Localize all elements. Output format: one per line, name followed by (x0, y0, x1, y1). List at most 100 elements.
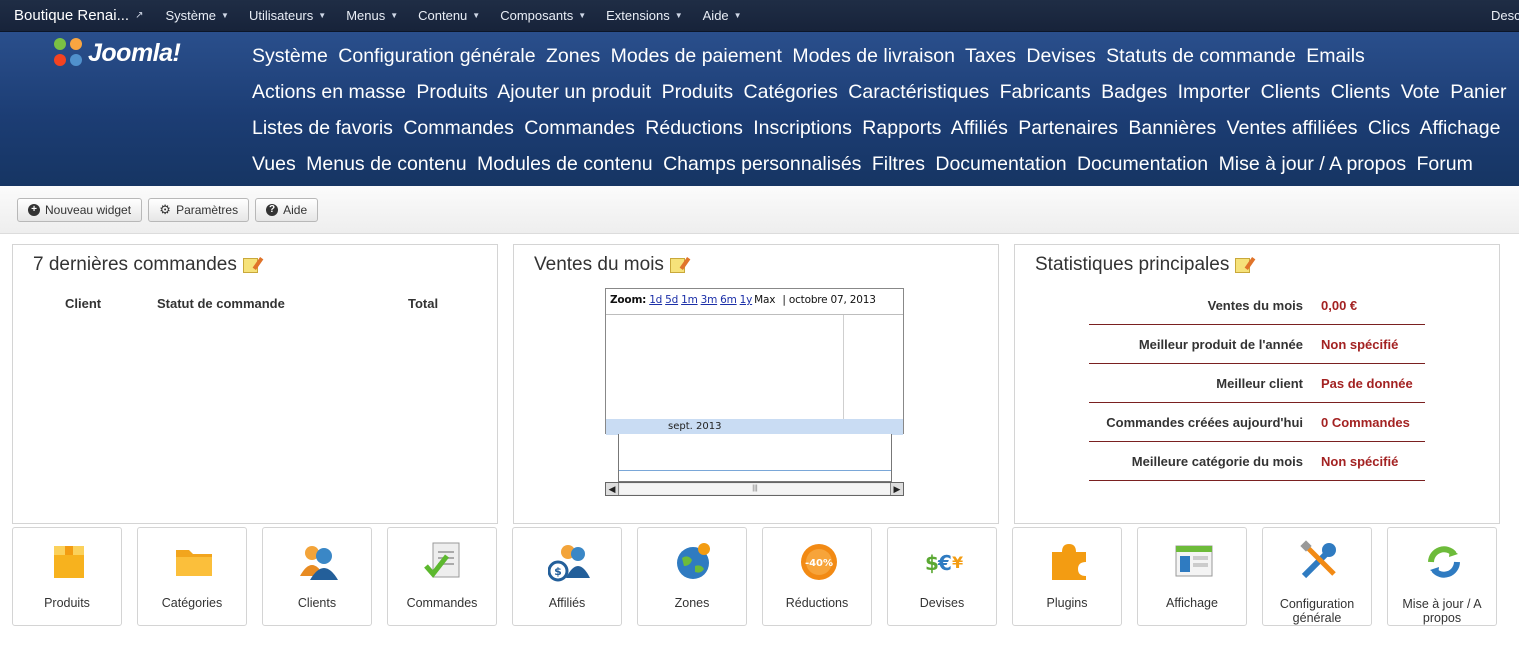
submenu-link[interactable]: Actions en masse (252, 81, 406, 103)
submenu-link[interactable]: Fabricants (1000, 81, 1091, 103)
tile-label: Réductions (785, 596, 849, 610)
submenu-link[interactable]: Caractéristiques (848, 81, 989, 103)
submenu-link[interactable]: Partenaires (1018, 117, 1118, 139)
joomla-wordmark: Joomla! (88, 38, 181, 67)
chart-navigator[interactable] (618, 434, 892, 482)
submenu-link[interactable]: Filtres (872, 153, 925, 175)
tile-label: Catégories (161, 596, 223, 610)
tile-affilies[interactable]: $ Affiliés (512, 527, 622, 626)
submenu-link[interactable]: Modules de contenu (477, 153, 653, 175)
site-brand-link[interactable]: Boutique Renai... ↗ (0, 7, 155, 24)
edit-note-icon[interactable] (242, 257, 258, 273)
tile-produits[interactable]: Produits (12, 527, 122, 626)
submenu-link[interactable]: Clients (1261, 81, 1321, 103)
user-menu-link[interactable]: Desc (1491, 0, 1519, 31)
menu-contenu[interactable]: Contenu ▼ (408, 8, 490, 23)
tile-reductions[interactable]: -40% Réductions (762, 527, 872, 626)
navigator-line (619, 470, 891, 471)
submenu-link[interactable]: Champs personnalisés (663, 153, 861, 175)
submenu-link[interactable]: Bannières (1128, 117, 1216, 139)
menu-systeme[interactable]: Système ▼ (155, 8, 239, 23)
submenu-link[interactable]: Statuts de commande (1106, 45, 1296, 67)
submenu-link[interactable]: Rapports (862, 117, 941, 139)
monthly-sales-title: Ventes du mois (534, 254, 664, 275)
submenu-link[interactable]: Documentation (1077, 153, 1208, 175)
chart-scrollbar[interactable]: ◀ ||| ▶ (605, 482, 904, 496)
submenu-link[interactable]: Menus de contenu (306, 153, 466, 175)
submenu-link[interactable]: Réductions (645, 117, 743, 139)
zoom-1y-link[interactable]: 1y (740, 294, 753, 306)
column-total[interactable]: Total (408, 296, 438, 311)
scroll-thumb[interactable]: ||| (620, 484, 890, 494)
submenu-link[interactable]: Mise à jour / A propos (1219, 153, 1407, 175)
submenu-link[interactable]: Modes de paiement (611, 45, 782, 67)
submenu-link[interactable]: Ventes affiliées (1227, 117, 1358, 139)
new-widget-button[interactable]: + Nouveau widget (17, 197, 143, 222)
zoom-6m-link[interactable]: 6m (720, 294, 737, 306)
edit-note-icon[interactable] (1235, 257, 1251, 273)
menu-label: Utilisateurs (248, 8, 314, 23)
stat-row: Ventes du mois 0,00 € (1089, 286, 1425, 325)
submenu-link[interactable]: Système (252, 45, 328, 67)
stat-key: Meilleure catégorie du mois (1131, 453, 1303, 469)
submenu-link[interactable]: Ajouter un produit (497, 81, 651, 103)
zoom-5d-link[interactable]: 5d (665, 294, 678, 306)
scroll-right-icon[interactable]: ▶ (890, 483, 903, 495)
submenu-link[interactable]: Inscriptions (753, 117, 852, 139)
menu-menus[interactable]: Menus ▼ (336, 8, 408, 23)
stat-row: Meilleur client Pas de donnée (1089, 364, 1425, 403)
zoom-1d-link[interactable]: 1d (649, 294, 662, 306)
edit-note-icon[interactable] (669, 257, 685, 273)
submenu-link[interactable]: Emails (1306, 45, 1365, 67)
tile-zones[interactable]: Zones (637, 527, 747, 626)
zoom-max-link[interactable]: Max (754, 294, 775, 306)
submenu-link[interactable]: Forum (1417, 153, 1473, 175)
submenu-link[interactable]: Configuration générale (338, 45, 535, 67)
submenu-link[interactable]: Vote (1401, 81, 1440, 103)
submenu-link[interactable]: Panier (1450, 81, 1506, 103)
tile-update-about[interactable]: Mise à jour / A propos (1387, 527, 1497, 626)
zoom-1m-link[interactable]: 1m (681, 294, 698, 306)
parameters-button[interactable]: ⚙ Paramètres (148, 197, 250, 222)
svg-text:-40%: -40% (805, 558, 833, 569)
site-name: Boutique Renai... (14, 7, 130, 24)
submenu-link[interactable]: Commandes (524, 117, 635, 139)
column-order-status[interactable]: Statut de commande (157, 296, 285, 311)
menu-aide[interactable]: Aide ▼ (693, 8, 752, 23)
submenu-link[interactable]: Documentation (935, 153, 1066, 175)
tile-configuration[interactable]: Configuration générale (1262, 527, 1372, 626)
menu-composants[interactable]: Composants ▼ (490, 8, 596, 23)
tile-devises[interactable]: $ € ¥ Devises (887, 527, 997, 626)
folder-icon (176, 550, 212, 576)
header-banner: Joomla! Système Configuration générale Z… (0, 32, 1519, 186)
zoom-3m-link[interactable]: 3m (701, 294, 718, 306)
submenu-link[interactable]: Vues (252, 153, 296, 175)
submenu-link[interactable]: Devises (1026, 45, 1095, 67)
submenu-link[interactable]: Taxes (965, 45, 1016, 67)
submenu-link[interactable]: Produits (416, 81, 488, 103)
submenu-link[interactable]: Affichage (1420, 117, 1501, 139)
help-button[interactable]: ? Aide (255, 197, 319, 222)
tile-affichage[interactable]: Affichage (1137, 527, 1247, 626)
tile-plugins[interactable]: Plugins (1012, 527, 1122, 626)
scroll-left-icon[interactable]: ◀ (606, 483, 619, 495)
submenu-link[interactable]: Produits (662, 81, 734, 103)
submenu-link[interactable]: Modes de livraison (792, 45, 955, 67)
tile-clients[interactable]: Clients (262, 527, 372, 626)
submenu-link[interactable]: Importer (1178, 81, 1251, 103)
menu-utilisateurs[interactable]: Utilisateurs ▼ (239, 8, 336, 23)
submenu-link[interactable]: Affiliés (951, 117, 1008, 139)
column-client[interactable]: Client (65, 296, 101, 311)
tile-commandes[interactable]: Commandes (387, 527, 497, 626)
latest-orders-widget: 7 dernières commandes Client Statut de c… (12, 244, 498, 524)
submenu-link[interactable]: Zones (546, 45, 600, 67)
tile-categories[interactable]: Catégories (137, 527, 247, 626)
menu-extensions[interactable]: Extensions ▼ (596, 8, 693, 23)
latest-orders-title: 7 dernières commandes (33, 254, 237, 275)
submenu-link[interactable]: Clics (1368, 117, 1410, 139)
submenu-link[interactable]: Catégories (744, 81, 838, 103)
submenu-link[interactable]: Clients (1331, 81, 1391, 103)
submenu-link[interactable]: Listes de favoris (252, 117, 393, 139)
submenu-link[interactable]: Commandes (403, 117, 514, 139)
submenu-link[interactable]: Badges (1101, 81, 1167, 103)
